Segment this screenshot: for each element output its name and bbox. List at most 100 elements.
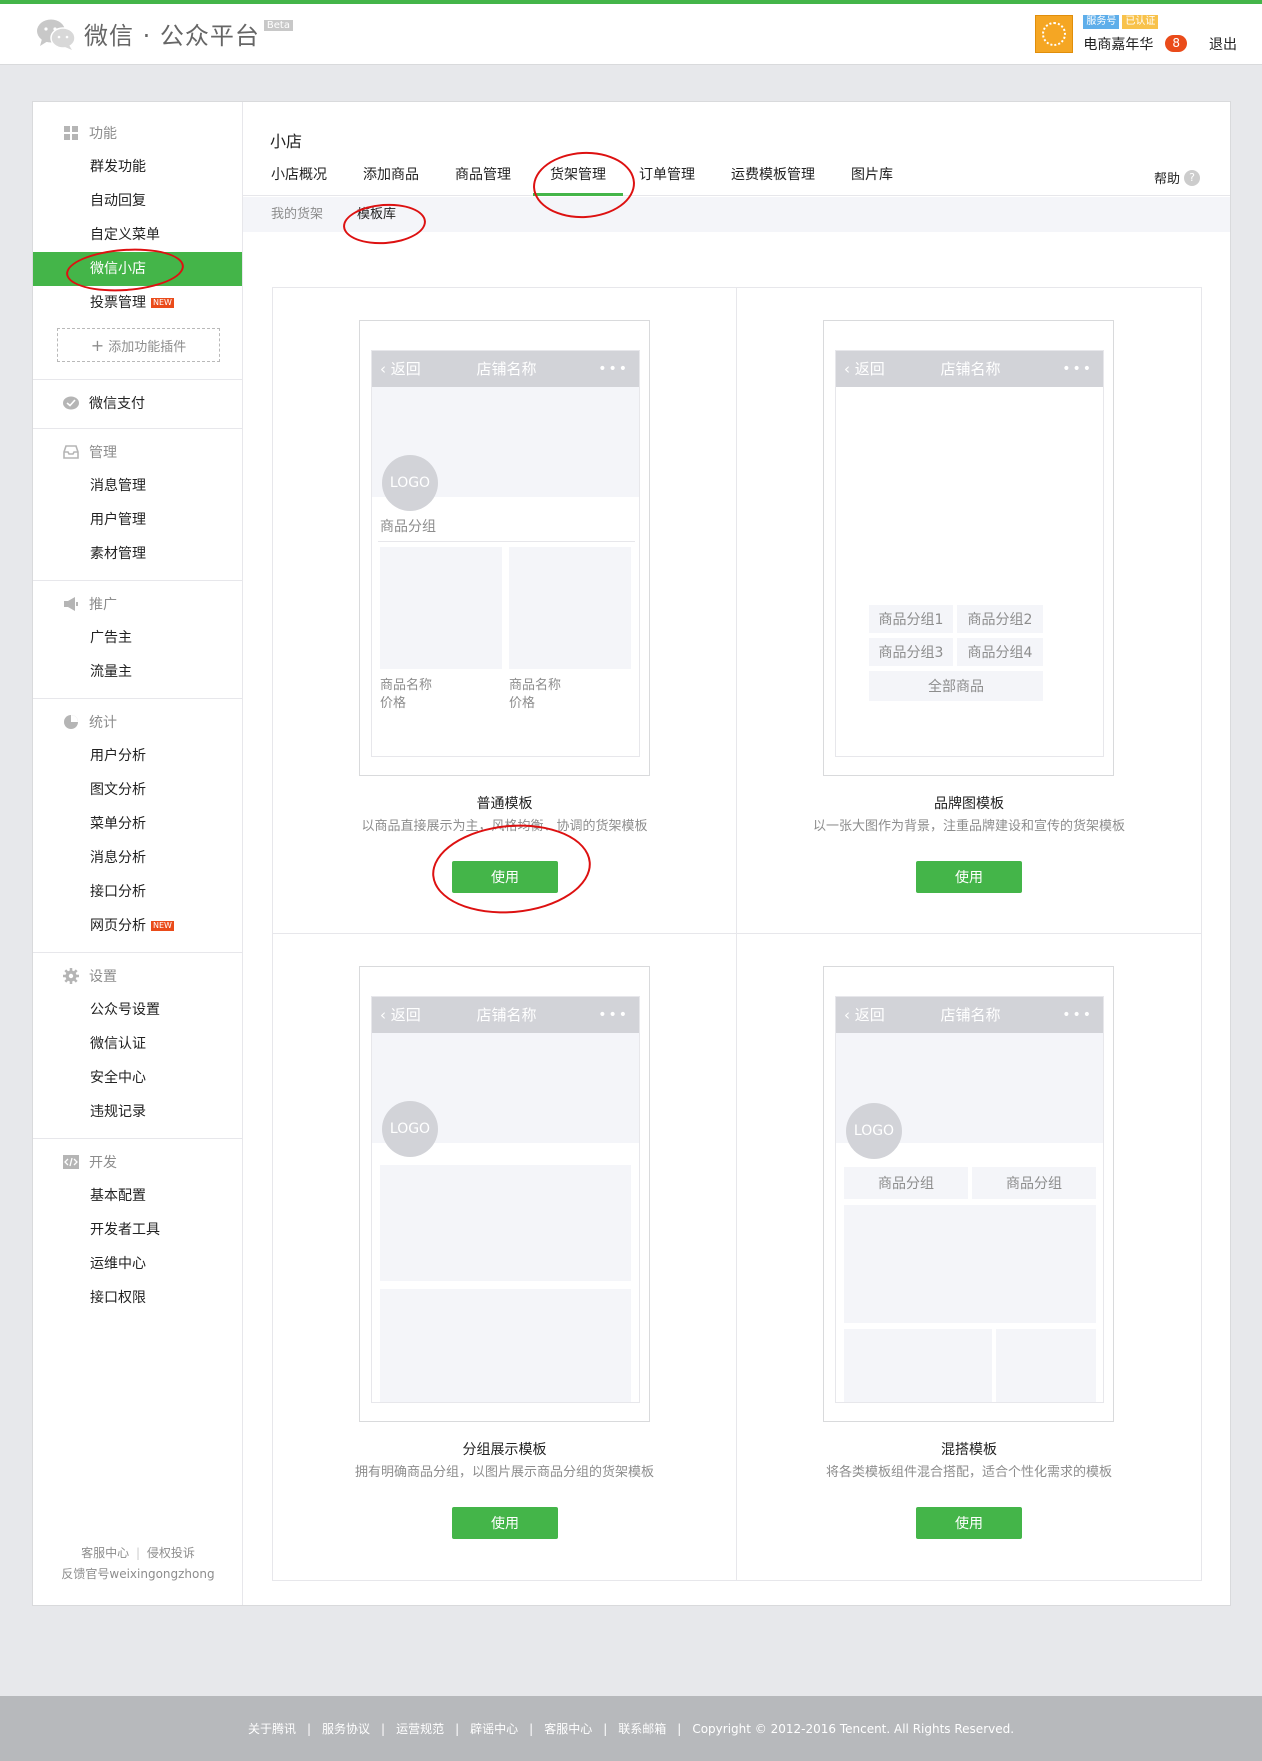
footer-link[interactable]: 运营规范 [396,1720,444,1737]
sidebar-item-users[interactable]: 用户管理 [33,503,242,537]
template-description: 拥有明确商品分组，以图片展示商品分组的货架模板 [354,1465,654,1480]
sidebar-item-advertiser[interactable]: 广告主 [33,621,242,655]
sidebar-item-publisher[interactable]: 流量主 [33,655,242,689]
feedback-account: 反馈官号weixingongzhong [61,1567,215,1581]
menu-group-features: 功能 群发功能 自动回复 自定义菜单 微信小店 投票管理 NEW + 添加功能插件 [33,102,242,380]
group-image-placeholder [380,1289,631,1402]
tab-order-management[interactable]: 订单管理 [639,158,695,196]
sidebar-item-message-analysis[interactable]: 消息分析 [33,841,242,875]
phone-screen: ‹ 返回 店铺名称 ••• LOGO 商品分组 商品名称 价格 商品名称 价格 [371,350,640,757]
footer-link[interactable]: 辟谣中心 [470,1720,518,1737]
group-button: 商品分组 [972,1167,1096,1199]
tab-product-management[interactable]: 商品管理 [455,158,511,196]
gear-icon [63,968,79,984]
sidebar-item-security-center[interactable]: 安全中心 [33,1061,242,1095]
account-area: 服务号 已认证 电商嘉年华 8 退出 [1035,14,1237,54]
plus-icon: + [90,335,105,355]
account-badges: 服务号 已认证 [1083,14,1187,29]
tab-shelf-management[interactable]: 货架管理 [533,158,623,196]
footer-link[interactable]: 关于腾讯 [248,1720,296,1737]
sidebar-item-account-settings[interactable]: 公众号设置 [33,993,242,1027]
sidebar-item-dev-tools[interactable]: 开发者工具 [33,1213,242,1247]
new-tag: NEW [151,298,174,308]
sidebar-item-api-analysis[interactable]: 接口分析 [33,875,242,909]
product-image-placeholder [844,1205,1096,1323]
add-plugin-button[interactable]: + 添加功能插件 [57,328,220,362]
sidebar-item-basic-config[interactable]: 基本配置 [33,1179,242,1213]
sidebar-item-messages[interactable]: 消息管理 [33,469,242,503]
footer-link[interactable]: 联系邮箱 [618,1720,666,1737]
logo-placeholder: LOGO [846,1103,902,1159]
tab-add-product[interactable]: 添加商品 [363,158,419,196]
menu-group-manage: 管理 消息管理 用户管理 素材管理 [33,429,242,581]
preview-nav-bar: ‹ 返回 店铺名称 ••• [836,351,1103,387]
template-grid: ‹ 返回 店铺名称 ••• LOGO 商品分组 商品名称 价格 商品名称 价格 普通… [272,287,1202,1581]
more-icon: ••• [1062,1007,1093,1023]
use-template-button[interactable]: 使用 [452,861,558,893]
phone-screen: ‹ 返回 店铺名称 ••• LOGO [371,996,640,1403]
sidebar-item-api-permissions[interactable]: 接口权限 [33,1281,242,1315]
menu-title-promote: 推广 [33,587,242,621]
sidebar-item-web-analysis[interactable]: 网页分析 NEW [33,909,242,943]
inbox-icon [63,444,79,460]
menu-group-stats: 统计 用户分析 图文分析 菜单分析 消息分析 接口分析 网页分析 NEW [33,699,242,953]
sidebar-item-wechat-verify[interactable]: 微信认证 [33,1027,242,1061]
avatar-emblem-icon [1042,22,1067,46]
use-template-button[interactable]: 使用 [916,861,1022,893]
subtab-template-library[interactable]: 模板库 [357,197,396,232]
menu-group-settings: 设置 公众号设置 微信认证 安全中心 违规记录 [33,953,242,1139]
menu-title-stats: 统计 [33,705,242,739]
more-icon: ••• [1062,361,1093,377]
sidebar-item-ops-center[interactable]: 运维中心 [33,1247,242,1281]
subtab-my-shelves[interactable]: 我的货架 [271,197,323,232]
group-button: 商品分组2 [957,605,1043,633]
sidebar-item-vote-management[interactable]: 投票管理 NEW [33,286,242,320]
product-image-placeholder [509,547,631,669]
megaphone-icon [63,596,79,612]
account-type-badge: 服务号 [1083,14,1120,29]
sidebar-item-auto-reply[interactable]: 自动回复 [33,184,242,218]
tab-image-library[interactable]: 图片库 [851,158,893,196]
copyright: Copyright © 2012-2016 Tencent. All Right… [692,1721,1015,1736]
footer-link[interactable]: 客服中心 [544,1720,592,1737]
service-center-link[interactable]: 客服中心 [81,1546,129,1560]
template-card-grouped: ‹ 返回 店铺名称 ••• LOGO 分组展示模板 拥有明确商品分组，以图片展示… [273,934,737,1580]
template-preview: ‹ 返回 店铺名称 ••• LOGO [359,966,650,1422]
sidebar-item-mass-send[interactable]: 群发功能 [33,150,242,184]
avatar[interactable] [1035,15,1074,53]
wechat-icon [37,19,76,50]
group-button: 商品分组3 [869,638,953,666]
template-name: 混搭模板 [941,1442,997,1458]
logout-link[interactable]: 退出 [1209,34,1237,54]
footer-link[interactable]: 服务协议 [322,1720,370,1737]
account-info: 服务号 已认证 电商嘉年华 8 [1083,14,1187,54]
sidebar-item-custom-menu[interactable]: 自定义菜单 [33,218,242,252]
tab-store-overview[interactable]: 小店概况 [271,158,327,196]
grid-icon [63,125,79,141]
account-name[interactable]: 电商嘉年华 [1083,34,1153,54]
sidebar-item-menu-analysis[interactable]: 菜单分析 [33,807,242,841]
pie-chart-icon [63,714,79,730]
complaint-link[interactable]: 侵权投诉 [147,1546,195,1560]
template-card-mixed: ‹ 返回 店铺名称 ••• LOGO 商品分组 商品分组 混搭模板 将各类模板组… [737,934,1201,1580]
wechat-logo[interactable]: 微信 · 公众平台 Beta [36,16,293,51]
tab-shipping-templates[interactable]: 运费模板管理 [731,158,815,196]
template-description: 以一张大图作为背景，注重品牌建设和宣传的货架模板 [812,819,1125,834]
more-icon: ••• [598,1007,629,1023]
sidebar-item-wechat-pay[interactable]: 微信支付 [33,386,242,420]
sidebar-item-user-analysis[interactable]: 用户分析 [33,739,242,773]
sub-tab-bar: 我的货架 模板库 [243,197,1230,232]
sidebar-item-article-analysis[interactable]: 图文分析 [33,773,242,807]
preview-nav-bar: ‹ 返回 店铺名称 ••• [372,997,639,1033]
use-template-button[interactable]: 使用 [916,1507,1022,1539]
logo-placeholder: LOGO [382,455,438,511]
message-count-badge[interactable]: 8 [1165,35,1187,52]
use-template-button[interactable]: 使用 [452,1507,558,1539]
page-footer: 关于腾讯 | 服务协议 | 运营规范 | 辟谣中心 | 客服中心 | 联系邮箱 | Copy… [0,1696,1262,1761]
verified-badge: 已认证 [1122,14,1159,29]
help-link[interactable]: 帮助 ? [1154,168,1200,187]
sidebar-item-materials[interactable]: 素材管理 [33,537,242,571]
sidebar-item-wechat-store[interactable]: 微信小店 [33,252,242,286]
sidebar-item-violation-records[interactable]: 违规记录 [33,1095,242,1129]
group-button: 商品分组 [844,1167,968,1199]
